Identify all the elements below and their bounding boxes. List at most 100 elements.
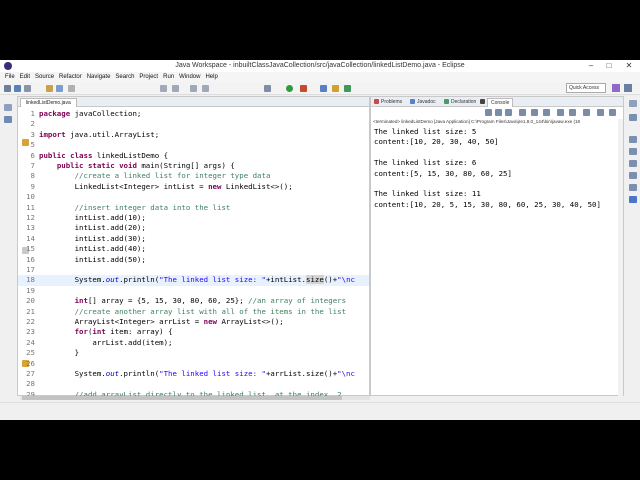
remove-all-icon[interactable]: [505, 109, 512, 116]
new-java-project-icon[interactable]: [320, 85, 327, 92]
remove-launch-icon[interactable]: [495, 109, 502, 116]
tab-problems[interactable]: Problems: [381, 98, 402, 107]
package-explorer-icon[interactable]: [4, 116, 12, 123]
prev-annotation-icon[interactable]: [172, 85, 179, 92]
new-icon[interactable]: [4, 85, 11, 92]
line-number: 10: [26, 192, 35, 202]
scrollbar-thumb[interactable]: [22, 396, 342, 400]
line-content: ArrayList<Integer> arrList = new ArrayLi…: [39, 317, 284, 327]
minimize-icon[interactable]: –: [584, 61, 598, 71]
code-line[interactable]: 21 //create another array list with all …: [18, 307, 369, 317]
code-line[interactable]: 24 arrList.add(item);: [18, 338, 369, 348]
code-line[interactable]: 26: [18, 359, 369, 369]
code-area[interactable]: 1 package javaCollection; 2 3 import java.ut…: [18, 109, 369, 399]
code-line[interactable]: 16 intList.add(50);: [18, 255, 369, 265]
code-line[interactable]: 11 //insert integer data into the list: [18, 203, 369, 213]
markers-icon[interactable]: [629, 172, 637, 179]
search-icon[interactable]: [56, 85, 63, 92]
close-icon[interactable]: ✕: [622, 61, 636, 71]
code-line[interactable]: 28: [18, 379, 369, 389]
data-source-icon[interactable]: [629, 148, 637, 155]
minimize-view-icon[interactable]: [597, 109, 604, 116]
open-console-icon[interactable]: [583, 109, 590, 116]
menu-edit[interactable]: Edit: [20, 72, 30, 82]
snippets-icon[interactable]: [629, 160, 637, 167]
menu-project[interactable]: Project: [139, 72, 158, 82]
terminate-icon[interactable]: [485, 109, 492, 116]
external-tools-icon[interactable]: [300, 85, 307, 92]
code-line[interactable]: 12 intList.add(10);: [18, 213, 369, 223]
new-package-icon[interactable]: [332, 85, 339, 92]
quick-access-input[interactable]: Quick Access: [566, 83, 606, 93]
code-token: size: [306, 275, 324, 285]
line-content: public static void main(String[] args) {: [39, 161, 235, 171]
code-editor[interactable]: linkedListDemo.java 1 package javaCollect…: [17, 96, 370, 399]
code-line[interactable]: 7 public static void main(String[] args)…: [18, 161, 369, 171]
servers-icon[interactable]: [629, 136, 637, 143]
code-line[interactable]: 22 ArrayList<Integer> arrList = new Arra…: [18, 317, 369, 327]
code-token: ()+: [323, 275, 338, 285]
code-line[interactable]: 1 package javaCollection;: [18, 109, 369, 119]
print-icon[interactable]: [24, 85, 31, 92]
menu-navigate[interactable]: Navigate: [87, 72, 111, 82]
code-line[interactable]: 19: [18, 286, 369, 296]
next-annotation-icon[interactable]: [160, 85, 167, 92]
code-line[interactable]: 5: [18, 140, 369, 150]
code-line[interactable]: 8 //create a linked list for integer typ…: [18, 171, 369, 181]
code-line[interactable]: 2: [18, 119, 369, 129]
tab-javadoc[interactable]: Javadoc: [417, 98, 436, 107]
tab-declaration[interactable]: Declaration: [451, 98, 476, 107]
editor-horizontal-scrollbar[interactable]: [20, 396, 370, 400]
code-line[interactable]: 20 int[] array = {5, 15, 30, 80, 60, 25}…: [18, 296, 369, 306]
console-line: The linked list size: 5: [374, 127, 477, 136]
menu-source[interactable]: Source: [35, 72, 54, 82]
code-line[interactable]: 25 }: [18, 348, 369, 358]
restore-icon[interactable]: [629, 100, 637, 107]
code-line[interactable]: 10: [18, 192, 369, 202]
maximize-icon[interactable]: □: [602, 61, 616, 71]
maximize-view-icon[interactable]: [609, 109, 616, 116]
display-console-icon[interactable]: [569, 109, 576, 116]
code-line[interactable]: 18 System.out.println("The linked list s…: [18, 275, 369, 286]
menu-file[interactable]: File: [5, 72, 15, 82]
pin-console-icon[interactable]: [557, 109, 564, 116]
restore-icon[interactable]: [4, 104, 12, 111]
mark-icon[interactable]: [68, 85, 75, 92]
code-line[interactable]: 23 for(int item: array) {: [18, 327, 369, 337]
menu-run[interactable]: Run: [163, 72, 174, 82]
console-output[interactable]: The linked list size: 5 content:[10, 20, …: [374, 127, 601, 210]
outline-icon[interactable]: [629, 114, 637, 121]
back-icon[interactable]: [190, 85, 197, 92]
word-wrap-icon[interactable]: [543, 109, 550, 116]
debug-icon[interactable]: [264, 85, 271, 92]
code-line[interactable]: 15 intList.add(40);: [18, 244, 369, 254]
menu-window[interactable]: Window: [179, 72, 200, 82]
properties-icon[interactable]: [629, 184, 637, 191]
menu-help[interactable]: Help: [205, 72, 217, 82]
console-vertical-scrollbar[interactable]: [618, 119, 623, 397]
code-line[interactable]: 14 intList.add(30);: [18, 234, 369, 244]
editor-tab-linkedlistdemo[interactable]: linkedListDemo.java: [20, 98, 77, 107]
menu-refactor[interactable]: Refactor: [59, 72, 82, 82]
task-icon[interactable]: [46, 85, 53, 92]
line-number: 27: [26, 369, 35, 378]
line-number: 19: [26, 285, 35, 295]
menu-search[interactable]: Search: [115, 72, 134, 82]
java-ee-perspective-icon[interactable]: [612, 84, 620, 92]
code-line[interactable]: 9 LinkedList<Integer> intList = new Link…: [18, 182, 369, 192]
save-icon[interactable]: [14, 85, 21, 92]
clear-console-icon[interactable]: [519, 109, 526, 116]
code-token: [] array = {5, 15, 30, 80, 60, 25};: [87, 296, 249, 306]
code-line[interactable]: 27 System.out.println("The linked list s…: [18, 369, 369, 379]
code-line[interactable]: 3 import java.util.ArrayList;: [18, 130, 369, 140]
tab-console[interactable]: Console: [487, 98, 514, 107]
code-line[interactable]: 17: [18, 265, 369, 275]
java-perspective-icon[interactable]: [624, 84, 632, 92]
scroll-lock-icon[interactable]: [531, 109, 538, 116]
new-class-icon[interactable]: [344, 85, 351, 92]
forward-icon[interactable]: [202, 85, 209, 92]
code-line[interactable]: 6 public class linkedListDemo {: [18, 151, 369, 161]
console-view-icon[interactable]: [629, 196, 637, 203]
code-line[interactable]: 13 intList.add(20);: [18, 223, 369, 233]
run-icon[interactable]: [286, 85, 293, 92]
